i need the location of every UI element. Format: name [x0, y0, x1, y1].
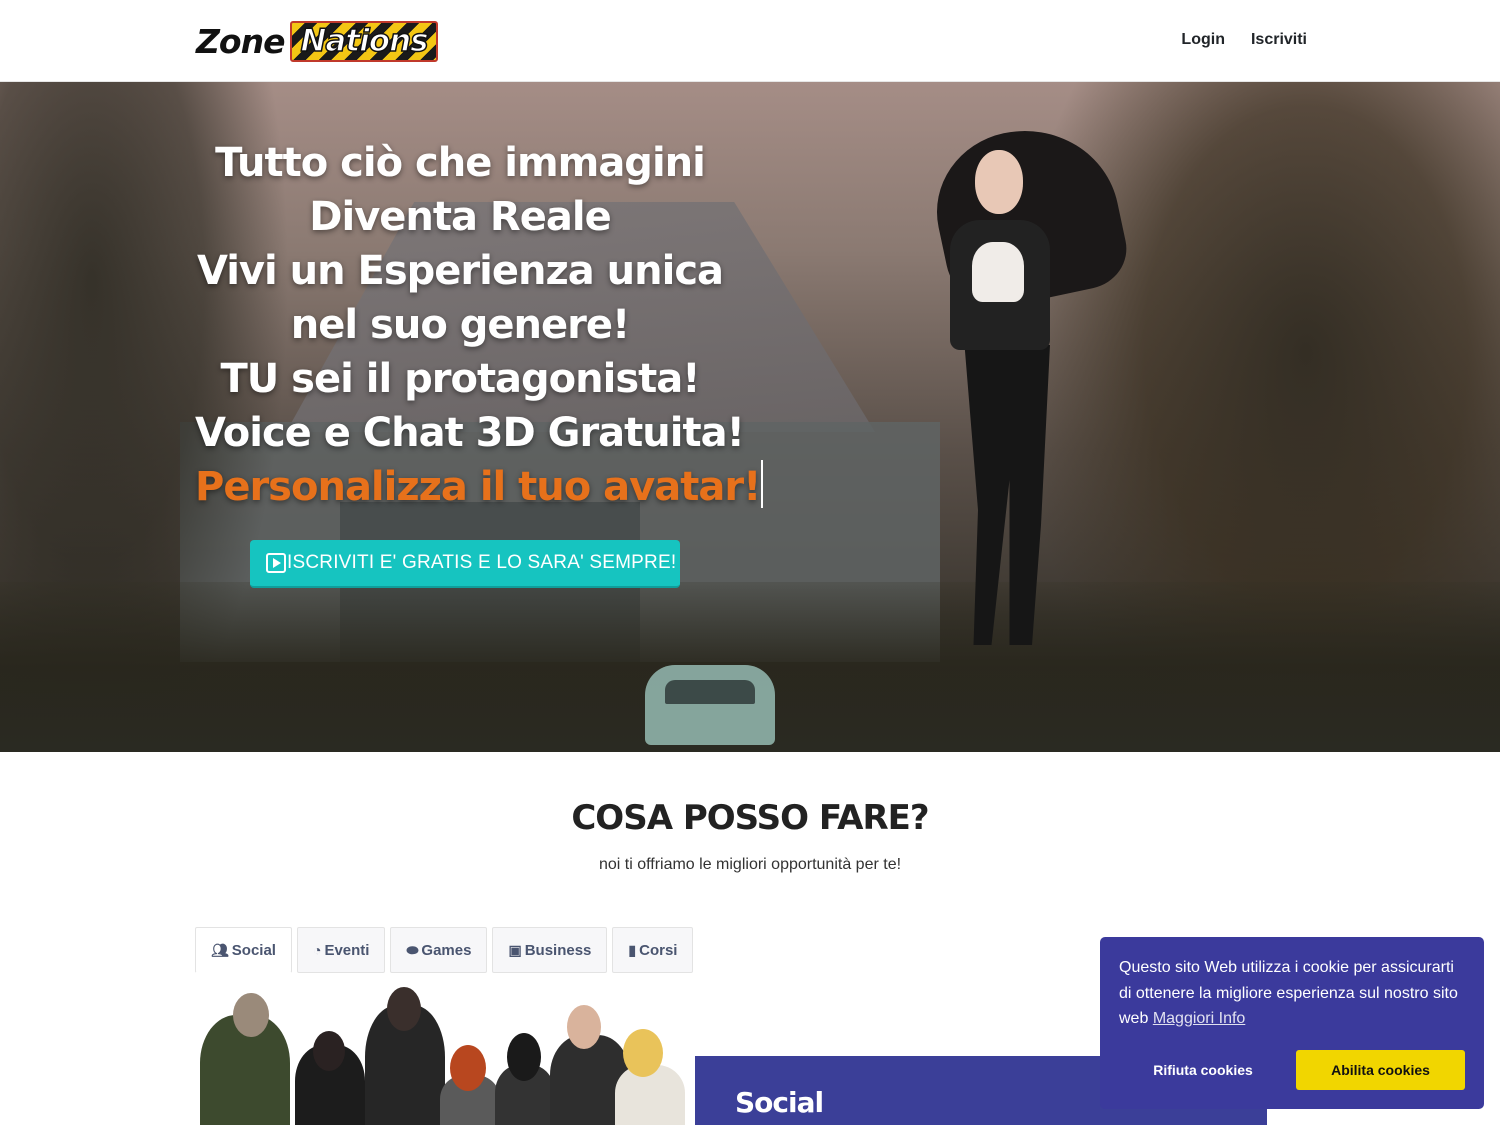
avatar-head [975, 150, 1023, 214]
nav-signup-link[interactable]: Iscriviti [1251, 31, 1307, 49]
social-panel-title: Social [735, 1086, 824, 1119]
tab-games-label: Games [421, 941, 472, 959]
avatar-person-2-head [313, 1031, 345, 1071]
hero-headline: Tutto ciò che immagini Diventa Reale Viv… [195, 136, 764, 514]
zone-nations-logo[interactable]: Zone Nations [196, 20, 438, 62]
cookie-more-info-link[interactable]: Maggiori Info [1153, 1010, 1246, 1027]
hero-accent-line: Personalizza il tuo avatar! [195, 460, 764, 514]
gamepad-icon: ⬬ [406, 941, 419, 958]
avatar-shirt [972, 242, 1024, 302]
hero-line-4: nel suo genere! [290, 302, 630, 348]
main-nav: Login Iscriviti [1181, 31, 1307, 49]
avatar-person-4-head [450, 1045, 486, 1091]
tab-corsi-label: Corsi [639, 941, 678, 959]
tab-business-label: Business [524, 941, 592, 959]
typing-cursor [761, 460, 764, 508]
hero-bg-car-window [665, 680, 755, 704]
logo-text-nations: Nations [300, 22, 430, 60]
hero-line-1: Tutto ciò che immagini [215, 140, 706, 186]
users-icon: 👥︎ [211, 941, 229, 958]
hero-bg-car [645, 665, 775, 745]
tab-business[interactable]: ▣ Business [492, 927, 608, 973]
logo-text-zone: Zone [196, 21, 285, 61]
features-tabs: 👥︎ Social ◔ Eventi ⬬ Games ▣ Business ▮ … [195, 927, 694, 973]
cookie-message: Questo sito Web utilizza i cookie per as… [1119, 955, 1469, 1032]
tab-social-label: Social [231, 941, 276, 959]
avatar-person-6-head [567, 1005, 601, 1049]
site-header: Zone Nations Login Iscriviti [0, 0, 1500, 82]
avatar-legs [964, 345, 1050, 645]
dashboard-icon: ◔ [312, 942, 322, 958]
signup-cta-button[interactable]: ISCRIVITI E' GRATIS E LO SARA' SEMPRE! [250, 540, 680, 588]
tab-eventi-label: Eventi [324, 941, 370, 959]
cookie-allow-button[interactable]: Abilita cookies [1296, 1050, 1465, 1090]
avatar-person-5-head [507, 1033, 541, 1081]
hero-line-6: Voice e Chat 3D Gratuita! [195, 410, 745, 456]
tab-games[interactable]: ⬬ Games [390, 927, 488, 973]
nav-login-link[interactable]: Login [1181, 31, 1225, 49]
avatar-person-1-head [233, 993, 269, 1037]
tab-corsi[interactable]: ▮ Corsi [612, 927, 694, 973]
tab-eventi[interactable]: ◔ Eventi [296, 927, 386, 973]
hero-accent-text: Personalizza il tuo avatar! [195, 464, 761, 510]
hero-line-2: Diventa Reale [309, 194, 611, 240]
cookie-deny-button[interactable]: Rifiuta cookies [1116, 1050, 1290, 1090]
book-icon: ▮ [628, 941, 637, 958]
features-subtitle: noi ti offriamo le migliori opportunità … [598, 856, 902, 873]
hero-line-3: Vivi un Esperienza unica [196, 248, 724, 294]
avatar-person-7-head [623, 1029, 663, 1077]
hero-avatar-image [920, 113, 1140, 690]
social-avatars-image [195, 973, 695, 1125]
avatar-person-3-head [387, 987, 421, 1031]
hero-banner: Tutto ciò che immagini Diventa Reale Viv… [0, 82, 1500, 752]
tab-social[interactable]: 👥︎ Social [195, 927, 292, 973]
briefcase-icon: ▣ [508, 941, 522, 958]
logo-badge-nations: Nations [290, 20, 438, 62]
features-title: COSA POSSO FARE? [571, 798, 929, 838]
play-icon [266, 553, 286, 573]
hero-line-5: TU sei il protagonista! [220, 356, 700, 402]
signup-cta-label: ISCRIVITI E' GRATIS E LO SARA' SEMPRE! [287, 552, 677, 573]
